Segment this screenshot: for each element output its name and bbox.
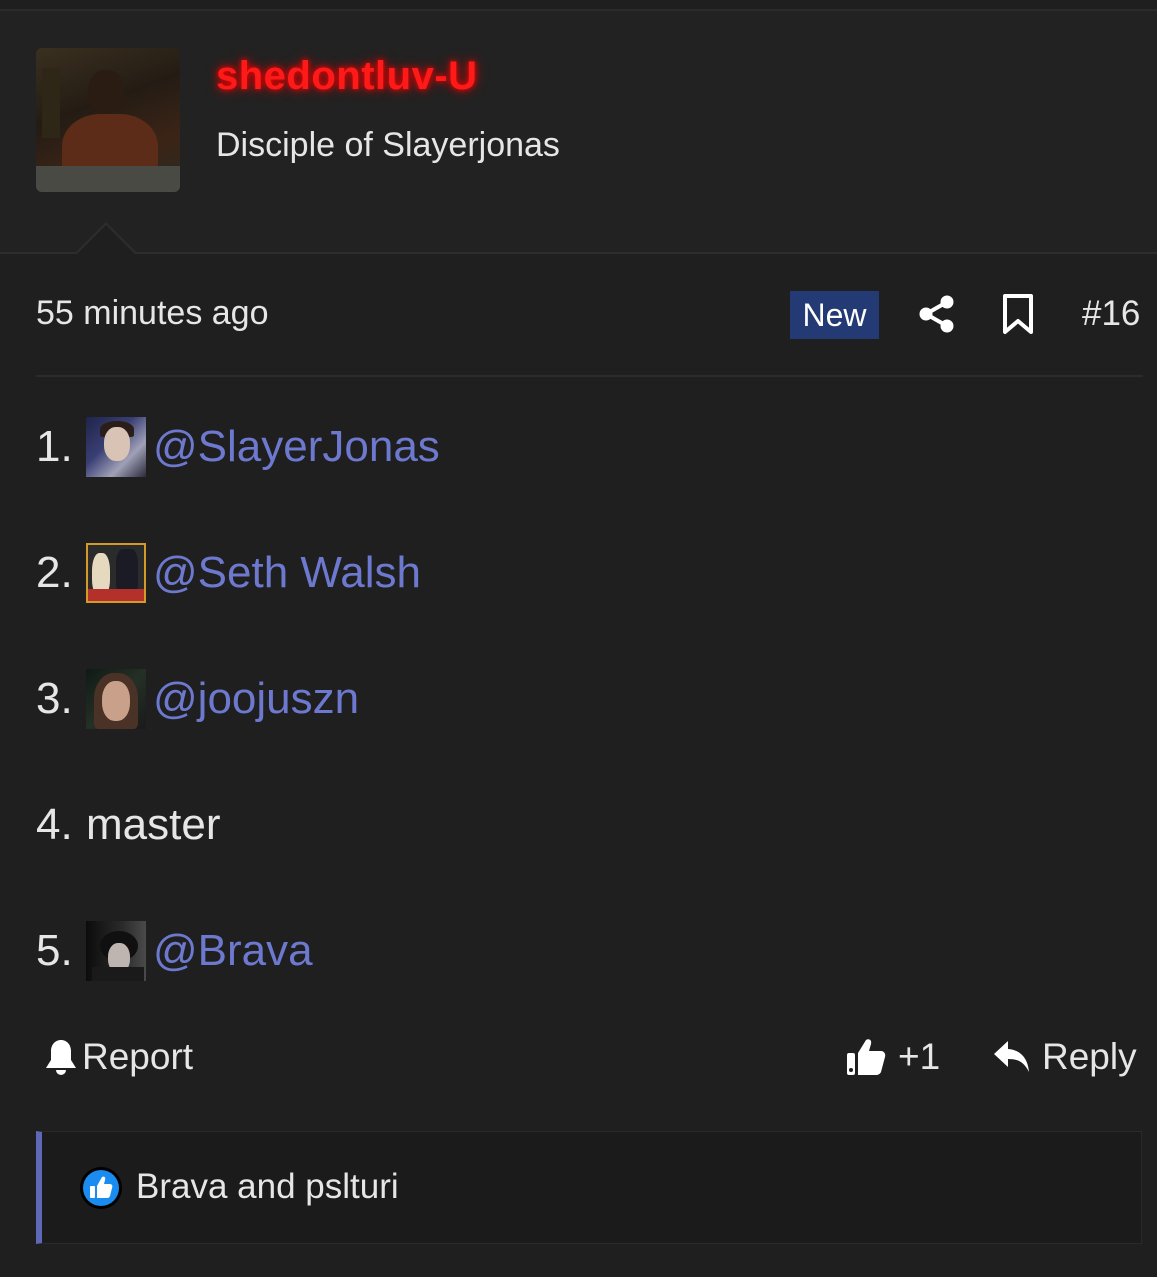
post-number[interactable]: #16 xyxy=(1082,294,1140,334)
new-badge: New xyxy=(790,291,879,339)
report-button[interactable]: Report xyxy=(44,1036,193,1078)
header-border xyxy=(0,252,1157,254)
reply-label: Reply xyxy=(1042,1036,1137,1077)
like-button[interactable]: +1 xyxy=(846,1036,940,1078)
meta-divider xyxy=(36,375,1143,377)
list-text: master xyxy=(86,800,221,849)
reply-arrow-icon xyxy=(994,1041,1029,1072)
post-timestamp[interactable]: 55 minutes ago xyxy=(36,294,269,333)
author-title: Disciple of Slayerjonas xyxy=(216,126,560,164)
bell-icon xyxy=(46,1040,76,1075)
user-mention-link[interactable]: @joojuszn xyxy=(153,674,359,724)
mention-avatar[interactable] xyxy=(86,669,146,729)
list-item: 4. master xyxy=(36,794,220,856)
author-username[interactable]: shedontluv-U xyxy=(216,54,478,99)
like-count: +1 xyxy=(898,1036,941,1077)
list-item: 1. @SlayerJonas xyxy=(36,416,440,478)
list-number: 5. xyxy=(36,926,73,975)
list-item: 2. @Seth Walsh xyxy=(36,542,421,604)
reply-button[interactable]: Reply xyxy=(992,1036,1137,1078)
mention-avatar[interactable] xyxy=(86,417,146,477)
list-number: 2. xyxy=(36,548,73,597)
user-mention-link[interactable]: @Brava xyxy=(153,926,313,976)
mention-avatar[interactable] xyxy=(86,921,146,981)
like-reaction-icon xyxy=(80,1167,122,1209)
list-number: 1. xyxy=(36,422,73,471)
report-label: Report xyxy=(82,1036,194,1077)
mention-avatar[interactable] xyxy=(86,543,146,603)
author-avatar[interactable] xyxy=(36,48,180,192)
thumbs-up-icon xyxy=(847,1039,886,1075)
bookmark-icon[interactable] xyxy=(1000,293,1036,335)
reactions-bar[interactable]: Brava and pslturi xyxy=(36,1131,1142,1244)
share-icon[interactable] xyxy=(918,294,956,334)
list-item: 5. @Brava xyxy=(36,920,313,982)
list-item: 3. @joojuszn xyxy=(36,668,359,730)
user-mention-link[interactable]: @Seth Walsh xyxy=(153,548,421,598)
reaction-users[interactable]: Brava and pslturi xyxy=(136,1167,399,1207)
user-mention-link[interactable]: @SlayerJonas xyxy=(153,422,440,472)
list-number: 4. xyxy=(36,800,73,849)
list-number: 3. xyxy=(36,674,73,723)
